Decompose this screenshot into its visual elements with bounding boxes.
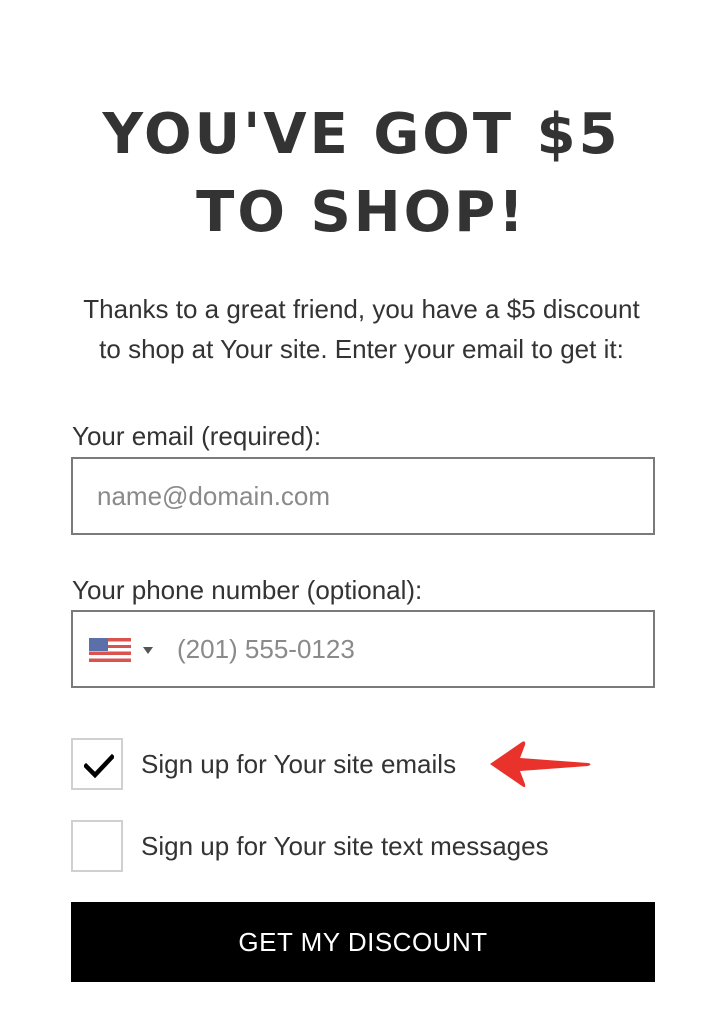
sms-signup-checkbox[interactable] (71, 820, 123, 872)
phone-field-box[interactable] (71, 610, 655, 688)
caret-down-icon (143, 647, 153, 654)
email-label: Your email (required): (72, 421, 322, 451)
sms-signup-option: Sign up for Your site text messages (71, 820, 671, 872)
checkmark-icon (84, 753, 114, 779)
phone-field[interactable] (177, 612, 637, 686)
intro-line-1: Thanks to a great friend, you have a $5 … (83, 294, 640, 324)
us-flag-icon (89, 638, 131, 662)
headline-line-1: YOU'VE GOT $5 (102, 102, 621, 167)
phone-label: Your phone number (optional): (72, 575, 423, 605)
email-signup-checkbox[interactable] (71, 738, 123, 790)
intro-line-2: to shop at Your site. Enter your email t… (99, 334, 624, 364)
email-signup-label[interactable]: Sign up for Your site emails (141, 748, 456, 780)
red-arrow-icon (490, 741, 591, 788)
intro-text: Thanks to a great friend, you have a $5 … (40, 289, 683, 369)
sms-signup-label[interactable]: Sign up for Your site text messages (141, 830, 549, 862)
email-field[interactable] (97, 459, 637, 533)
email-field-box[interactable] (71, 457, 655, 535)
get-discount-button[interactable]: GET MY DISCOUNT (71, 902, 655, 982)
headline: YOU'VE GOT $5 TO SHOP! (0, 96, 723, 252)
country-selector[interactable] (89, 634, 159, 666)
headline-line-2: TO SHOP! (196, 180, 527, 245)
